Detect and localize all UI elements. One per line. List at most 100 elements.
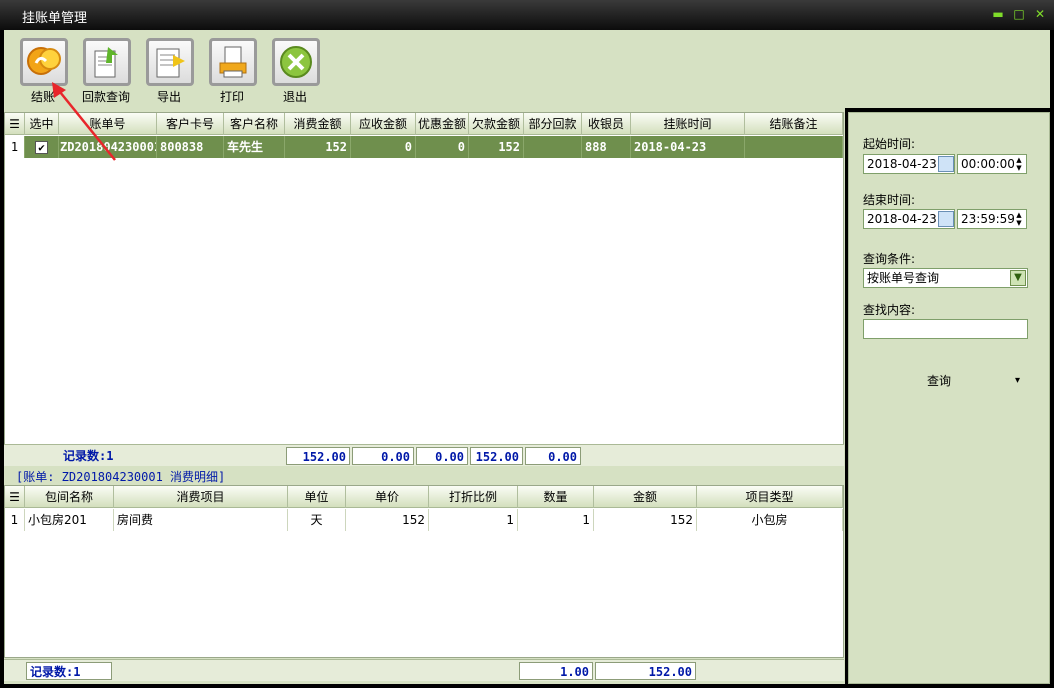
- condition-value: 按账单号查询: [867, 271, 940, 285]
- print-icon: [209, 38, 257, 86]
- minimize-icon[interactable]: ▬: [991, 7, 1005, 21]
- exit-button[interactable]: 退出: [266, 36, 324, 104]
- row-selector-icon: ☰: [5, 486, 25, 508]
- toolbar: 结账 回款查询 导出 打印 退出: [4, 30, 1050, 108]
- start-time-label: 起始时间:: [863, 137, 916, 151]
- cell-receivable: 0: [351, 136, 416, 158]
- cell-owed: 152: [469, 136, 524, 158]
- settle-button[interactable]: 结账: [14, 36, 72, 104]
- start-date-value: 2018-04-23: [867, 157, 937, 171]
- cell-room: 小包房201: [25, 509, 114, 531]
- end-time-label: 结束时间:: [863, 193, 916, 207]
- detail-grid-header: ☰ 包间名称 消费项目 单位 单价 打折比例 数量 金额 项目类型: [5, 486, 843, 508]
- cell-unit: 天: [288, 509, 346, 531]
- col-time[interactable]: 挂账时间: [631, 113, 745, 135]
- dropdown-arrow-icon[interactable]: ▾: [1015, 371, 1020, 391]
- cell-bill-no: ZD201804230001: [59, 136, 157, 158]
- condition-label: 查询条件:: [863, 252, 916, 266]
- export-icon: [146, 38, 194, 86]
- col-qty[interactable]: 数量: [518, 486, 594, 508]
- end-date-field[interactable]: 2018-04-23: [863, 209, 955, 229]
- print-button[interactable]: 打印: [203, 36, 261, 104]
- col-price[interactable]: 单价: [346, 486, 429, 508]
- calendar-icon[interactable]: [938, 211, 954, 227]
- spinner-icon[interactable]: ▲ ▼: [1014, 211, 1024, 227]
- col-type[interactable]: 项目类型: [697, 486, 843, 508]
- col-customer[interactable]: 客户名称: [224, 113, 285, 135]
- settle-coin-icon: [20, 38, 68, 86]
- chevron-down-icon[interactable]: ▼: [1010, 270, 1026, 286]
- sum-qty: 1.00: [519, 662, 593, 680]
- title-bar: 挂账单管理 ▬ □ ✕: [0, 0, 1054, 30]
- cell-time: 2018-04-23: [631, 136, 745, 158]
- bill-record-count: 记录数:1: [63, 449, 114, 463]
- cell-price: 152: [346, 509, 429, 531]
- sum-amount: 152.00: [595, 662, 696, 680]
- table-row[interactable]: 1 小包房201 房间费 天 152 1 1 152 小包房: [5, 509, 843, 531]
- query-label: 查询: [927, 374, 952, 388]
- col-item[interactable]: 消费项目: [114, 486, 288, 508]
- col-receivable[interactable]: 应收金额: [351, 113, 416, 135]
- start-time-field[interactable]: 00:00:00 ▲ ▼: [957, 154, 1027, 174]
- col-bill-no[interactable]: 账单号: [59, 113, 157, 135]
- col-card-no[interactable]: 客户卡号: [157, 113, 224, 135]
- col-owed[interactable]: 欠款金额: [469, 113, 524, 135]
- col-discount-rate[interactable]: 打折比例: [429, 486, 518, 508]
- main-panel: ☰ 选中 账单号 客户卡号 客户名称 消费金额 应收金额 优惠金额 欠款金额 部…: [4, 108, 845, 684]
- cell-discount: 0: [416, 136, 469, 158]
- sum-receivable: 0.00: [352, 447, 414, 465]
- end-time-field[interactable]: 23:59:59 ▲ ▼: [957, 209, 1027, 229]
- bill-grid-header: ☰ 选中 账单号 客户卡号 客户名称 消费金额 应收金额 优惠金额 欠款金额 部…: [5, 113, 843, 135]
- row-selector-icon: ☰: [5, 113, 25, 135]
- window-title: 挂账单管理: [22, 11, 88, 26]
- calendar-icon[interactable]: [938, 156, 954, 172]
- cell-item: 房间费: [114, 509, 288, 531]
- col-discount[interactable]: 优惠金额: [416, 113, 469, 135]
- col-select[interactable]: 选中: [25, 113, 59, 135]
- bill-grid: ☰ 选中 账单号 客户卡号 客户名称 消费金额 应收金额 优惠金额 欠款金额 部…: [4, 112, 844, 448]
- col-cashier[interactable]: 收银员: [582, 113, 631, 135]
- cell-consume: 152: [285, 136, 351, 158]
- col-room[interactable]: 包间名称: [25, 486, 114, 508]
- filter-panel: 起始时间: 2018-04-23 00:00:00 ▲ ▼ 结束时间: 2018-…: [848, 112, 1050, 684]
- col-partial[interactable]: 部分回款: [524, 113, 582, 135]
- col-unit[interactable]: 单位: [288, 486, 346, 508]
- spinner-icon[interactable]: ▲ ▼: [1014, 156, 1024, 172]
- search-input[interactable]: [863, 319, 1028, 339]
- col-amount[interactable]: 金额: [594, 486, 697, 508]
- query-button[interactable]: 查询 ▾: [909, 371, 1029, 391]
- cell-qty: 1: [518, 509, 594, 531]
- refund-query-button[interactable]: 回款查询: [77, 36, 135, 104]
- export-button[interactable]: 导出: [140, 36, 198, 104]
- maximize-icon[interactable]: □: [1012, 7, 1026, 21]
- detail-record-count: 记录数:1: [26, 662, 112, 680]
- exit-label: 退出: [282, 90, 307, 104]
- search-label: 查找内容:: [863, 303, 916, 317]
- detail-caption: [账单: ZD201804230001 消费明细]: [16, 470, 226, 484]
- table-row[interactable]: 1 ✔ ZD201804230001 800838 车先生 152 0 0 15…: [5, 136, 843, 158]
- close-icon[interactable]: ✕: [1033, 7, 1047, 21]
- start-date-field[interactable]: 2018-04-23: [863, 154, 955, 174]
- row-checkbox[interactable]: ✔: [25, 136, 59, 158]
- detail-grid-footer: 记录数:1 1.00 152.00: [4, 659, 844, 681]
- condition-select[interactable]: 按账单号查询 ▼: [863, 268, 1028, 288]
- cell-cashier: 888: [582, 136, 631, 158]
- cell-amount: 152: [594, 509, 697, 531]
- refund-query-icon: [83, 38, 131, 86]
- sum-owed: 152.00: [470, 447, 523, 465]
- end-date-value: 2018-04-23: [867, 212, 937, 226]
- cell-note: [745, 136, 843, 158]
- checkbox-checked-icon[interactable]: ✔: [35, 141, 48, 154]
- cell-card-no: 800838: [157, 136, 224, 158]
- start-time-value: 00:00:00: [961, 157, 1015, 171]
- cell-discount-rate: 1: [429, 509, 518, 531]
- cell-type: 小包房: [697, 509, 843, 531]
- cell-partial: [524, 136, 582, 158]
- detail-grid: ☰ 包间名称 消费项目 单位 单价 打折比例 数量 金额 项目类型 1 小包房2…: [4, 485, 844, 658]
- col-note[interactable]: 结账备注: [745, 113, 843, 135]
- cell-customer: 车先生: [224, 136, 285, 158]
- sum-consume: 152.00: [286, 447, 350, 465]
- end-time-value: 23:59:59: [961, 212, 1015, 226]
- col-consume[interactable]: 消费金额: [285, 113, 351, 135]
- row-index: 1: [5, 509, 25, 531]
